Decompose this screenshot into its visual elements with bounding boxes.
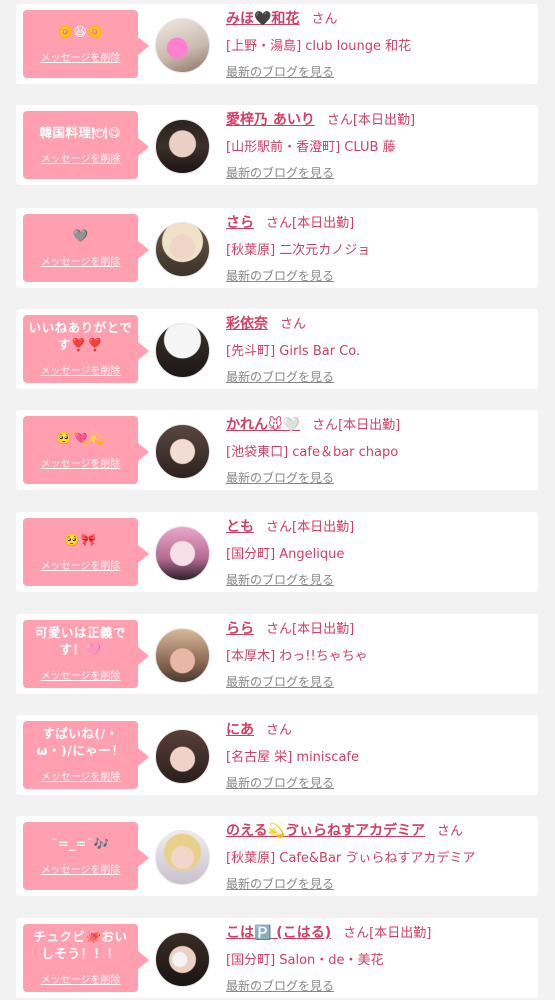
message-text: 🥺💘💫	[56, 429, 105, 445]
honorific: さん	[343, 926, 370, 941]
message-text: すばいね(/・ω・)/にゃー！	[36, 726, 125, 758]
status-badge: [本日出勤]	[338, 418, 401, 433]
honorific: さん	[280, 317, 307, 332]
avatar[interactable]	[155, 526, 210, 581]
latest-blog-link[interactable]: 最新のブログを見る	[226, 571, 334, 588]
delete-message-link[interactable]: メッセージを削除	[41, 362, 121, 377]
cast-name-link[interactable]: こは🅿️ (こはる)	[226, 922, 331, 942]
delete-message-link[interactable]: メッセージを削除	[41, 768, 121, 783]
status-badge: [本日出勤]	[292, 216, 355, 231]
avatar[interactable]	[155, 830, 210, 885]
shop-info: [先斗町] Girls Bar Co.	[226, 344, 361, 359]
list-item: ˘=_=˘🎶 メッセージを削除 のえる💫ゔぃらねすアカデミア さん [秋葉原] …	[16, 816, 538, 896]
message-text: いいねありがとです❣️❣️	[28, 320, 133, 352]
message-bubble: ˘=_=˘🎶 メッセージを削除	[23, 822, 149, 890]
delete-message-link[interactable]: メッセージを削除	[41, 150, 121, 165]
cast-name-link[interactable]: らら	[226, 618, 254, 638]
message-bubble: いいねありがとです❣️❣️ メッセージを削除	[23, 315, 149, 383]
latest-blog-link[interactable]: 最新のブログを見る	[226, 977, 334, 994]
latest-blog-link[interactable]: 最新のブログを見る	[226, 469, 334, 486]
message-bubble: 🥺💘💫 メッセージを削除	[23, 416, 149, 484]
shop-info: [上野・湯島] club lounge 和花	[226, 39, 412, 54]
message-text: ˘=_=˘🎶	[51, 835, 110, 851]
honorific: さん	[326, 113, 353, 128]
message-text: チュクビ🐙おいしそう！！！	[33, 929, 128, 961]
message-bubble: すばいね(/・ω・)/にゃー！ メッセージを削除	[23, 721, 149, 789]
latest-blog-link[interactable]: 最新のブログを見る	[226, 267, 334, 284]
message-text: 🥺🎀	[64, 531, 97, 547]
cast-name-link[interactable]: かれん🐭🤍	[226, 414, 300, 434]
list-item: 韓国料理🍽😋 メッセージを削除 愛梓乃 あいり さん [本日出勤] [山形駅前・…	[16, 105, 538, 185]
cast-name-link[interactable]: にあ	[226, 719, 254, 739]
message-text: 可愛いは正義です！🩷	[34, 625, 126, 657]
shop-info: [名古屋 栄] miniscafe	[226, 750, 359, 765]
list-item: 🥺💘💫 メッセージを削除 かれん🐭🤍 さん [本日出勤] [池袋東口] cafe…	[16, 410, 538, 490]
status-badge: [本日出勤]	[369, 926, 432, 941]
status-badge: [本日出勤]	[292, 520, 355, 535]
latest-blog-link[interactable]: 最新のブログを見る	[226, 774, 334, 791]
message-text: 韓国料理🍽😋	[39, 124, 122, 140]
delete-message-link[interactable]: メッセージを削除	[41, 253, 121, 268]
avatar[interactable]	[155, 628, 210, 683]
honorific: さん	[266, 723, 293, 738]
latest-blog-link[interactable]: 最新のブログを見る	[226, 63, 334, 80]
delete-message-link[interactable]: メッセージを削除	[41, 971, 121, 986]
delete-message-link[interactable]: メッセージを削除	[41, 557, 121, 572]
shop-info: [山形駅前・香澄町] CLUB 藤	[226, 140, 396, 155]
avatar[interactable]	[155, 323, 210, 378]
message-bubble: 韓国料理🍽😋 メッセージを削除	[23, 111, 149, 179]
honorific: さん	[311, 12, 338, 27]
message-bubble: チュクビ🐙おいしそう！！！ メッセージを削除	[23, 924, 149, 992]
cast-name-link[interactable]: 彩依奈	[226, 313, 268, 333]
status-badge: [本日出勤]	[352, 113, 416, 128]
honorific: さん	[266, 622, 293, 637]
shop-info: [池袋東口] cafe＆bar chapo	[226, 445, 399, 460]
list-item: すばいね(/・ω・)/にゃー！ メッセージを削除 にあ さん [名古屋 栄] m…	[16, 715, 538, 795]
message-bubble: 🥺🎀 メッセージを削除	[23, 518, 149, 586]
message-text: 🩶	[72, 227, 89, 243]
honorific: さん	[437, 824, 464, 839]
list-item: 🌼😆🌼 メッセージを削除 みほ🖤和花 さん [上野・湯島] club loung…	[16, 4, 538, 84]
list-item: チュクビ🐙おいしそう！！！ メッセージを削除 こは🅿️ (こはる) さん [本日…	[16, 918, 538, 998]
list-item: 🩶 メッセージを削除 さら さん [本日出勤] [秋葉原] 二次元カノジョ 最新…	[16, 208, 538, 288]
list-item: 可愛いは正義です！🩷 メッセージを削除 らら さん [本日出勤] [本厚木] わ…	[16, 614, 538, 694]
latest-blog-link[interactable]: 最新のブログを見る	[226, 875, 334, 892]
delete-message-link[interactable]: メッセージを削除	[41, 49, 121, 64]
message-text: 🌼😆🌼	[57, 23, 104, 39]
delete-message-link[interactable]: メッセージを削除	[41, 455, 121, 470]
list-item: 🥺🎀 メッセージを削除 とも さん [本日出勤] [国分町] Angelique…	[16, 512, 538, 592]
shop-info: [秋葉原] Cafe&Bar ゔぃらねすアカデミア	[226, 851, 476, 866]
delete-message-link[interactable]: メッセージを削除	[41, 861, 121, 876]
latest-blog-link[interactable]: 最新のブログを見る	[226, 673, 334, 690]
honorific: さん	[312, 418, 339, 433]
cast-name-link[interactable]: 愛梓乃 あいり	[226, 109, 315, 129]
message-bubble: 🩶 メッセージを削除	[23, 214, 149, 282]
list-item: いいねありがとです❣️❣️ メッセージを削除 彩依奈 さん [先斗町] Girl…	[16, 309, 538, 389]
shop-info: [国分町] Angelique	[226, 547, 345, 562]
avatar[interactable]	[155, 932, 210, 987]
avatar[interactable]	[155, 729, 210, 784]
shop-info: [本厚木] わっ!!ちゃちゃ	[226, 649, 368, 664]
cast-name-link[interactable]: みほ🖤和花	[226, 8, 299, 28]
avatar[interactable]	[155, 424, 210, 479]
shop-info: [国分町] Salon・de・美花	[226, 953, 384, 968]
latest-blog-link[interactable]: 最新のブログを見る	[226, 368, 334, 385]
delete-message-link[interactable]: メッセージを削除	[41, 667, 121, 682]
cast-name-link[interactable]: とも	[226, 516, 254, 536]
shop-info: [秋葉原] 二次元カノジョ	[226, 243, 371, 258]
latest-blog-link[interactable]: 最新のブログを見る	[226, 164, 334, 181]
avatar[interactable]	[155, 18, 210, 73]
cast-name-link[interactable]: のえる💫ゔぃらねすアカデミア	[226, 820, 425, 840]
message-bubble: 可愛いは正義です！🩷 メッセージを削除	[23, 620, 149, 688]
avatar[interactable]	[155, 119, 210, 174]
status-badge: [本日出勤]	[292, 622, 355, 637]
honorific: さん	[266, 216, 293, 231]
honorific: さん	[266, 520, 293, 535]
cast-name-link[interactable]: さら	[226, 212, 254, 232]
message-bubble: 🌼😆🌼 メッセージを削除	[23, 10, 149, 78]
avatar[interactable]	[155, 222, 210, 277]
